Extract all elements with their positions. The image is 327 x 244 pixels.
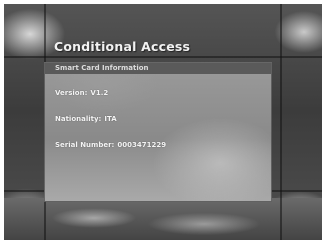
version-row: Version: V1.2	[55, 89, 108, 97]
nationality-row: Nationality: ITA	[55, 115, 117, 123]
panel-header: Smart Card Information	[45, 63, 271, 74]
version-label: Version:	[55, 89, 88, 97]
serial-number-row: Serial Number: 0003471229	[55, 141, 166, 149]
nationality-value: ITA	[104, 115, 117, 123]
divider	[4, 56, 322, 58]
background-image	[4, 198, 322, 240]
divider	[280, 4, 282, 240]
tv-screen: Conditional Access Smart Card Informatio…	[4, 4, 322, 240]
page-title: Conditional Access	[54, 39, 191, 54]
version-value: V1.2	[90, 89, 109, 97]
serial-number-value: 0003471229	[117, 141, 167, 149]
smart-card-info-panel: Smart Card Information Version: V1.2 Nati…	[44, 62, 272, 202]
serial-number-label: Serial Number:	[55, 141, 115, 149]
nationality-label: Nationality:	[55, 115, 102, 123]
